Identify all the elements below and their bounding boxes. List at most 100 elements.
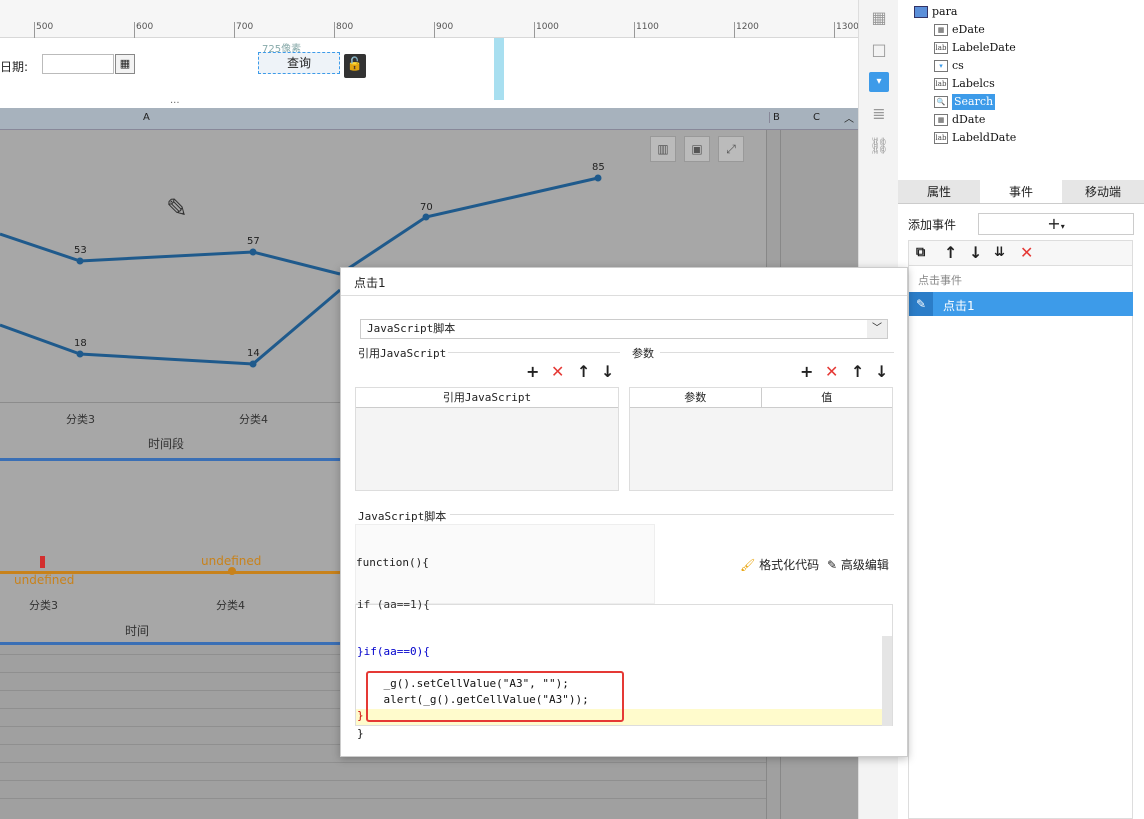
- ruler-tick: 600: [136, 22, 154, 32]
- delete-icon[interactable]: ✕: [551, 364, 564, 380]
- calendar-icon: ▦: [934, 114, 948, 126]
- move-up-icon[interactable]: ↑: [851, 364, 864, 380]
- move-up-icon[interactable]: ↑: [577, 364, 590, 380]
- x-tick-label: 分类3: [29, 599, 58, 612]
- ruler-tick: 1000: [536, 22, 559, 32]
- dialog-title: 点击1: [354, 276, 386, 290]
- value-column-header: 值: [821, 391, 833, 404]
- params-section-title: 参数: [632, 347, 654, 360]
- delete-icon[interactable]: ✕: [825, 364, 838, 380]
- marker: [40, 556, 45, 568]
- tree-item-labeledate[interactable]: lab LabeleDate: [934, 40, 1016, 56]
- date-input[interactable]: [42, 54, 114, 74]
- scroll-up-icon[interactable]: ︿: [844, 110, 854, 125]
- tab-properties[interactable]: 属性: [898, 180, 980, 203]
- calendar-icon[interactable]: ▦: [115, 54, 135, 74]
- move-down-icon[interactable]: ↓: [969, 245, 982, 261]
- tree-item-labelcs[interactable]: lab Labelcs: [934, 76, 995, 92]
- ref-js-table[interactable]: 引用JavaScript: [355, 387, 619, 491]
- sort-icon[interactable]: ⇊: [994, 245, 1005, 261]
- tab-events[interactable]: 事件: [980, 180, 1062, 203]
- code-line: }: [357, 727, 364, 740]
- data-point: [249, 248, 257, 256]
- data-label: 70: [420, 202, 433, 213]
- data-point: [594, 174, 602, 182]
- date-label: 日期:: [0, 60, 29, 74]
- ruler-tick: 700: [236, 22, 254, 32]
- data-label: 18: [74, 338, 87, 349]
- parameter-pane: 日期: ▦ 725像素 查询 🔓: [0, 38, 858, 100]
- highlight-box: [366, 671, 624, 722]
- move-down-icon[interactable]: ↓: [875, 364, 888, 380]
- data-label: 14: [247, 348, 260, 359]
- ruler-tick: 1200: [736, 22, 759, 32]
- tree-item-search[interactable]: 🔍 Search: [934, 94, 996, 110]
- chevron-down-icon: ﹀: [867, 320, 887, 338]
- column-a-header[interactable]: A: [143, 112, 150, 123]
- data-point: [422, 213, 430, 221]
- script-section-title: JavaScript脚本: [358, 510, 447, 523]
- column-header-row: A B C ︿: [0, 108, 858, 130]
- x-tick-label: 分类4: [216, 599, 245, 612]
- event-list: [908, 266, 1133, 819]
- event-section-label: 点击事件: [918, 274, 962, 287]
- series-1-line-tail: [339, 176, 599, 276]
- data-label: undefined: [14, 573, 75, 587]
- param-column-header: 参数: [630, 388, 762, 407]
- tab-mobile[interactable]: 移动端: [1062, 180, 1144, 203]
- edit-icon: ✎: [827, 558, 838, 572]
- ruler-tick: 900: [436, 22, 454, 32]
- label-icon: lab: [934, 132, 948, 144]
- x-axis-title: 时间: [125, 624, 150, 638]
- tree-item-cs[interactable]: ▾ cs: [934, 58, 964, 74]
- property-tabs: 属性 事件 移动端: [898, 180, 1144, 204]
- query-button[interactable]: 查询: [258, 52, 340, 74]
- ruler-tick: 500: [36, 22, 54, 32]
- data-label: 85: [592, 162, 605, 173]
- column-c-header[interactable]: C: [813, 112, 820, 123]
- label-icon: lab: [934, 78, 948, 90]
- data-point: [76, 350, 84, 358]
- tree-item-edate[interactable]: ▦ eDate: [934, 22, 985, 38]
- tree-item-labelddate[interactable]: lab LabeldDate: [934, 130, 1016, 146]
- code-line: if (aa==1){: [357, 598, 430, 611]
- params-table[interactable]: 参数 值: [629, 387, 893, 491]
- add-icon[interactable]: +: [526, 364, 539, 380]
- frame-icon[interactable]: □: [869, 40, 889, 60]
- ref-js-column-header: 引用JavaScript: [356, 388, 618, 408]
- combo-icon: ▾: [934, 60, 948, 72]
- marker: [228, 567, 236, 575]
- ruler-tick: 1300: [836, 22, 859, 32]
- tree-item-ddate[interactable]: ▦ dDate: [934, 112, 985, 128]
- add-icon[interactable]: +: [800, 364, 813, 380]
- code-line: }if(aa==0){: [357, 645, 430, 658]
- horizontal-ruler: 500 600 700 800 900 1000 1100 1200 1300: [0, 0, 859, 38]
- script-type-select[interactable]: JavaScript脚本 ﹀: [360, 319, 888, 339]
- link-icon[interactable]: ⛓: [869, 136, 889, 156]
- delete-icon[interactable]: ✕: [1020, 245, 1033, 261]
- data-label: 53: [74, 245, 87, 256]
- event-item-click1[interactable]: ✎ 点击1: [909, 292, 1133, 316]
- widget-settings-icon[interactable]: ▦: [869, 8, 889, 28]
- format-code-button[interactable]: 🖌 格式化代码: [740, 556, 819, 573]
- add-event-dropdown[interactable]: +▾: [978, 213, 1134, 235]
- series-1-line: [0, 232, 341, 276]
- move-down-icon[interactable]: ↓: [601, 364, 614, 380]
- dropdown-widget-icon[interactable]: ▾: [869, 72, 889, 92]
- tree-item-para[interactable]: para: [914, 4, 957, 20]
- add-event-label: 添加事件: [908, 218, 957, 232]
- advanced-edit-button[interactable]: ✎ 高级编辑: [827, 556, 889, 573]
- unlock-icon[interactable]: 🔓: [344, 54, 366, 78]
- code-line: }: [357, 709, 364, 722]
- brush-icon: 🖌: [740, 558, 756, 572]
- ref-js-section-title: 引用JavaScript: [358, 347, 447, 360]
- list-icon[interactable]: ≣: [869, 104, 889, 124]
- series-2-line: [0, 288, 341, 366]
- code-scrollbar[interactable]: [882, 636, 892, 726]
- copy-icon[interactable]: ⧉: [916, 245, 925, 261]
- data-point: [249, 360, 257, 368]
- column-b-header[interactable]: B: [769, 112, 780, 123]
- ruler-tick: 800: [336, 22, 354, 32]
- move-up-icon[interactable]: ↑: [944, 245, 957, 261]
- function-signature: function(){: [356, 556, 429, 569]
